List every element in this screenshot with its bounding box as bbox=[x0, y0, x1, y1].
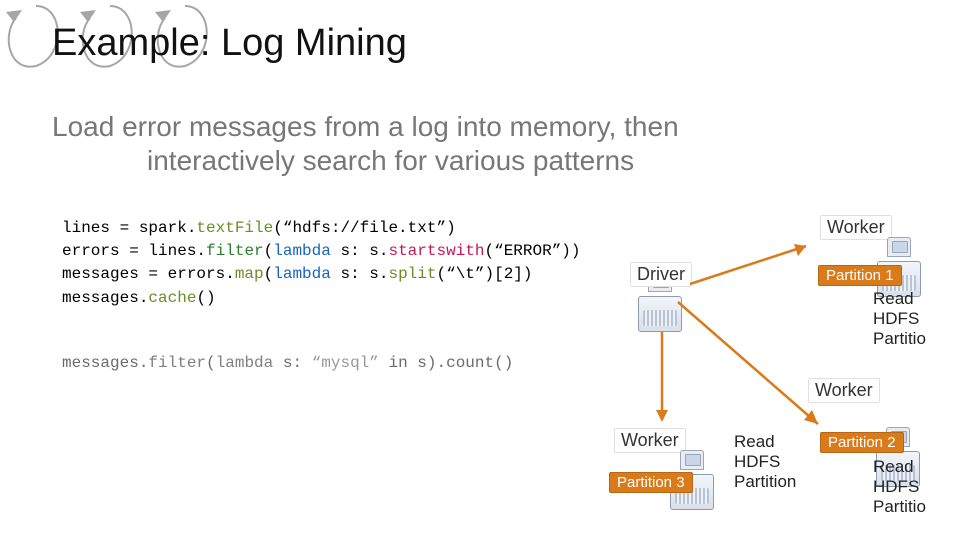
arrow-driver-worker3 bbox=[650, 330, 680, 430]
read-hdfs-stack-2: Read HDFS Partitio bbox=[873, 457, 926, 517]
code-text: messages = errors. bbox=[62, 265, 235, 283]
code-text: (“\t”)[2] bbox=[436, 265, 522, 283]
keyword-startswith: startswith bbox=[388, 242, 484, 260]
keyword-map: map bbox=[235, 265, 264, 283]
code-text: ) bbox=[571, 242, 581, 260]
keyword-filter: filter bbox=[206, 242, 264, 260]
code-text: s: s. bbox=[331, 242, 389, 260]
code-text: messages. bbox=[62, 289, 148, 307]
keyword-lambda: lambda bbox=[273, 242, 331, 260]
read-label: Read bbox=[734, 432, 796, 452]
code-line-3: messages = errors.map(lambda s: s.split(… bbox=[62, 263, 581, 286]
hdfs-label: HDFS bbox=[873, 477, 926, 497]
code-text: errors = lines. bbox=[62, 242, 206, 260]
arrow-driver-worker2 bbox=[676, 300, 836, 440]
subtitle-line2: interactively search for various pattern… bbox=[52, 144, 920, 178]
keyword-cache: cache bbox=[148, 289, 196, 307]
code-text: in s). bbox=[379, 354, 446, 372]
query-line: messages.filter(lambda s: “mysql” in s).… bbox=[62, 354, 513, 372]
keyword-textfile: textFile bbox=[196, 219, 273, 237]
hdfs-label: HDFS bbox=[873, 309, 926, 329]
partition-label: Partition bbox=[734, 472, 796, 492]
code-text: messages. bbox=[62, 354, 148, 372]
subtitle-line1: Load error messages from a log into memo… bbox=[52, 111, 679, 142]
keyword-count: count bbox=[446, 354, 494, 372]
keyword-lambda: lambda bbox=[216, 354, 274, 372]
code-text: (“hdfs://file.txt”) bbox=[273, 219, 455, 237]
code-line-1: lines = spark.textFile(“hdfs://file.txt”… bbox=[62, 217, 581, 240]
code-text: (“ERROR”) bbox=[484, 242, 570, 260]
keyword-split: split bbox=[388, 265, 436, 283]
code-text: s: s. bbox=[331, 265, 389, 283]
code-text: ( bbox=[264, 265, 274, 283]
partition-1-label: Partition 1 bbox=[818, 265, 902, 286]
code-text: s: bbox=[273, 354, 311, 372]
slide-subtitle: Load error messages from a log into memo… bbox=[52, 110, 920, 177]
code-text: ) bbox=[523, 265, 533, 283]
string-literal: “mysql” bbox=[312, 354, 379, 372]
keyword-lambda: lambda bbox=[273, 265, 331, 283]
keyword-filter: filter bbox=[148, 354, 206, 372]
hdfs-label: HDFS bbox=[734, 452, 796, 472]
code-line-4: messages.cache() bbox=[62, 287, 581, 310]
code-block: lines = spark.textFile(“hdfs://file.txt”… bbox=[62, 217, 581, 310]
read-label: Read bbox=[873, 457, 926, 477]
read-hdfs-stack-3: Read HDFS Partition bbox=[734, 432, 796, 492]
code-text: ( bbox=[264, 242, 274, 260]
slide-title: Example: Log Mining bbox=[52, 22, 407, 65]
code-text: ( bbox=[206, 354, 216, 372]
driver-label: Driver bbox=[630, 262, 692, 287]
code-text: lines = spark. bbox=[62, 219, 196, 237]
read-label: Read bbox=[873, 289, 926, 309]
code-line-2: errors = lines.filter(lambda s: s.starts… bbox=[62, 240, 581, 263]
partition-label: Partitio bbox=[873, 497, 926, 517]
partition-label: Partitio bbox=[873, 329, 926, 349]
partition-3-label: Partition 3 bbox=[609, 472, 693, 493]
code-text: () bbox=[494, 354, 513, 372]
code-text: () bbox=[196, 289, 215, 307]
read-hdfs-stack-1: Read HDFS Partitio bbox=[873, 289, 926, 349]
arrow-driver-worker1 bbox=[690, 240, 820, 290]
